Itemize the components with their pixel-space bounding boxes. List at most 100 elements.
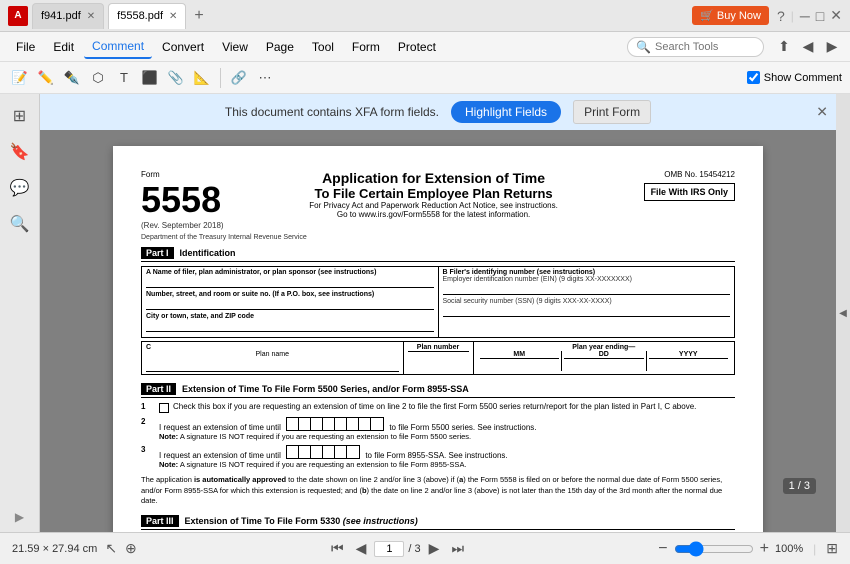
menu-edit[interactable]: Edit bbox=[45, 36, 82, 58]
tool-shapes[interactable]: ⬡ bbox=[86, 66, 110, 90]
zoom-out-button[interactable]: − bbox=[658, 540, 667, 558]
tool-highlight[interactable]: ✏️ bbox=[34, 66, 58, 90]
item3-note-label: Note: bbox=[159, 460, 178, 469]
toolbar-sep-1 bbox=[220, 68, 221, 88]
dept-text: Department of the Treasury Internal Reve… bbox=[141, 234, 735, 241]
date-cell-8 bbox=[371, 418, 383, 430]
search-box[interactable]: 🔍 bbox=[627, 37, 764, 57]
close-icon[interactable]: ✕ bbox=[830, 7, 842, 24]
tool-text[interactable]: T bbox=[112, 66, 136, 90]
menu-page[interactable]: Page bbox=[258, 36, 302, 58]
item1-num: 1 bbox=[141, 402, 153, 411]
plan-year-mm: MM bbox=[478, 351, 562, 371]
menu-tool[interactable]: Tool bbox=[304, 36, 342, 58]
part-ii-item2: 2 I request an extension of time until bbox=[141, 417, 735, 441]
menu-convert[interactable]: Convert bbox=[154, 36, 212, 58]
show-comment-checkbox[interactable] bbox=[747, 71, 760, 84]
city-field[interactable] bbox=[146, 320, 434, 332]
date-cell-3-6 bbox=[347, 446, 359, 458]
plan-number-col: Plan number bbox=[404, 342, 474, 374]
page-badge: 1 / 3 bbox=[783, 478, 816, 494]
pdf-viewer[interactable]: Form 5558 (Rev. September 2018) Applicat… bbox=[40, 130, 836, 532]
row-a-field[interactable] bbox=[146, 276, 434, 288]
item2-note: Note: A signature IS NOT required if you… bbox=[159, 432, 735, 441]
plan-name-label: Plan name bbox=[146, 351, 399, 358]
item3-label: I request an extension of time until bbox=[159, 451, 281, 460]
menu-comment[interactable]: Comment bbox=[84, 35, 152, 59]
plan-year-label: Plan year ending— bbox=[478, 344, 731, 351]
plan-number-field[interactable] bbox=[408, 352, 469, 364]
tab-f941-close[interactable]: ✕ bbox=[87, 11, 95, 22]
form-title-line1: Application for Extension of Time bbox=[244, 170, 624, 186]
sidebar-bookmarks-icon[interactable]: 🔖 bbox=[6, 138, 34, 166]
omb-label: OMB No. 15454212 bbox=[644, 170, 735, 179]
back-icon[interactable]: ◀ bbox=[798, 37, 818, 57]
item1-checkbox[interactable] bbox=[159, 403, 169, 413]
title-bar-right: 🛒 Buy Now ? | ─ □ ✕ bbox=[692, 6, 842, 25]
tab-f5558-close[interactable]: ✕ bbox=[169, 11, 177, 22]
menu-view[interactable]: View bbox=[214, 36, 256, 58]
search-input[interactable] bbox=[655, 41, 755, 53]
item3-date-field[interactable] bbox=[286, 445, 360, 459]
part-ii-title: Extension of Time To File Form 5500 Seri… bbox=[182, 384, 469, 394]
date-cell-1 bbox=[287, 418, 299, 430]
tool-stamp[interactable]: ⬛ bbox=[138, 66, 162, 90]
item3-note: Note: A signature IS NOT required if you… bbox=[159, 460, 735, 469]
tab-f5558[interactable]: f5558.pdf ✕ bbox=[108, 3, 186, 29]
sidebar-expand-icon[interactable]: ▶ bbox=[15, 510, 24, 524]
tool-pencil[interactable]: ✒️ bbox=[60, 66, 84, 90]
minimize-icon[interactable]: ─ bbox=[800, 8, 810, 24]
form-number-block: Form 5558 (Rev. September 2018) bbox=[141, 170, 224, 230]
menu-protect[interactable]: Protect bbox=[390, 36, 444, 58]
buy-now-button[interactable]: 🛒 Buy Now bbox=[692, 6, 769, 25]
forward-icon[interactable]: ▶ bbox=[822, 37, 842, 57]
last-page-button[interactable]: ⏭ bbox=[447, 538, 468, 559]
tool-measure[interactable]: 📐 bbox=[190, 66, 214, 90]
menu-form[interactable]: Form bbox=[344, 36, 388, 58]
approval-text: The application is automatically approve… bbox=[141, 475, 735, 507]
mm-field[interactable] bbox=[480, 359, 560, 371]
print-form-button[interactable]: Print Form bbox=[573, 100, 651, 124]
sidebar-comments-icon[interactable]: 💬 bbox=[6, 174, 34, 202]
banner-close-icon[interactable]: ✕ bbox=[816, 104, 828, 121]
tab-f941[interactable]: f941.pdf ✕ bbox=[32, 3, 104, 29]
ssn-field[interactable] bbox=[443, 305, 731, 317]
right-expand-icon[interactable]: ◀ bbox=[839, 308, 847, 319]
maximize-icon[interactable]: □ bbox=[816, 8, 824, 24]
title-bar: A f941.pdf ✕ f5558.pdf ✕ + 🛒 Buy Now ? |… bbox=[0, 0, 850, 32]
xfa-banner: This document contains XFA form fields. … bbox=[40, 94, 836, 130]
dd-field[interactable] bbox=[564, 359, 644, 371]
plan-number-header: Plan number bbox=[408, 344, 469, 352]
plan-name-field[interactable] bbox=[146, 358, 399, 372]
pdf-page: Form 5558 (Rev. September 2018) Applicat… bbox=[113, 146, 763, 532]
highlight-fields-button[interactable]: Highlight Fields bbox=[451, 101, 561, 123]
add-tab-button[interactable]: + bbox=[190, 7, 207, 25]
cursor-icon[interactable]: ↖ bbox=[105, 540, 117, 557]
sidebar-pages-icon[interactable]: ⊞ bbox=[6, 102, 34, 130]
sidebar-search-icon[interactable]: 🔍 bbox=[6, 210, 34, 238]
employer-id-field[interactable] bbox=[443, 283, 731, 295]
first-page-button[interactable]: ⏮ bbox=[327, 538, 348, 559]
row-a-text: Name of filer, plan administrator, or pl… bbox=[153, 269, 377, 276]
bottom-bar: 21.59 × 27.94 cm ↖ ⊕ ⏮ ◀ / 3 ▶ ⏭ − + 100… bbox=[0, 532, 850, 564]
yyyy-field[interactable] bbox=[649, 359, 729, 371]
tool-sticky[interactable]: 📝 bbox=[8, 66, 32, 90]
item2-date-field[interactable] bbox=[286, 417, 384, 431]
menu-file[interactable]: File bbox=[8, 36, 43, 58]
fit-page-button[interactable]: ⊞ bbox=[826, 540, 838, 557]
tool-link[interactable]: 🔗 bbox=[227, 66, 251, 90]
current-page-input[interactable] bbox=[374, 541, 404, 557]
select-icon[interactable]: ⊕ bbox=[125, 540, 137, 557]
share-icon[interactable]: ⬆ bbox=[774, 37, 794, 57]
form-number: 5558 bbox=[141, 179, 224, 221]
tool-attach[interactable]: 📎 bbox=[164, 66, 188, 90]
next-page-button[interactable]: ▶ bbox=[425, 538, 444, 559]
zoom-slider[interactable] bbox=[674, 541, 754, 557]
date-cell-2 bbox=[299, 418, 311, 430]
prev-page-button[interactable]: ◀ bbox=[352, 538, 371, 559]
street-field[interactable] bbox=[146, 298, 434, 310]
plan-name-col: C Plan name bbox=[142, 342, 404, 374]
zoom-in-button[interactable]: + bbox=[760, 540, 769, 558]
tool-more[interactable]: ⋯ bbox=[253, 66, 277, 90]
header-icons: ⬆ ◀ ▶ bbox=[774, 37, 842, 57]
